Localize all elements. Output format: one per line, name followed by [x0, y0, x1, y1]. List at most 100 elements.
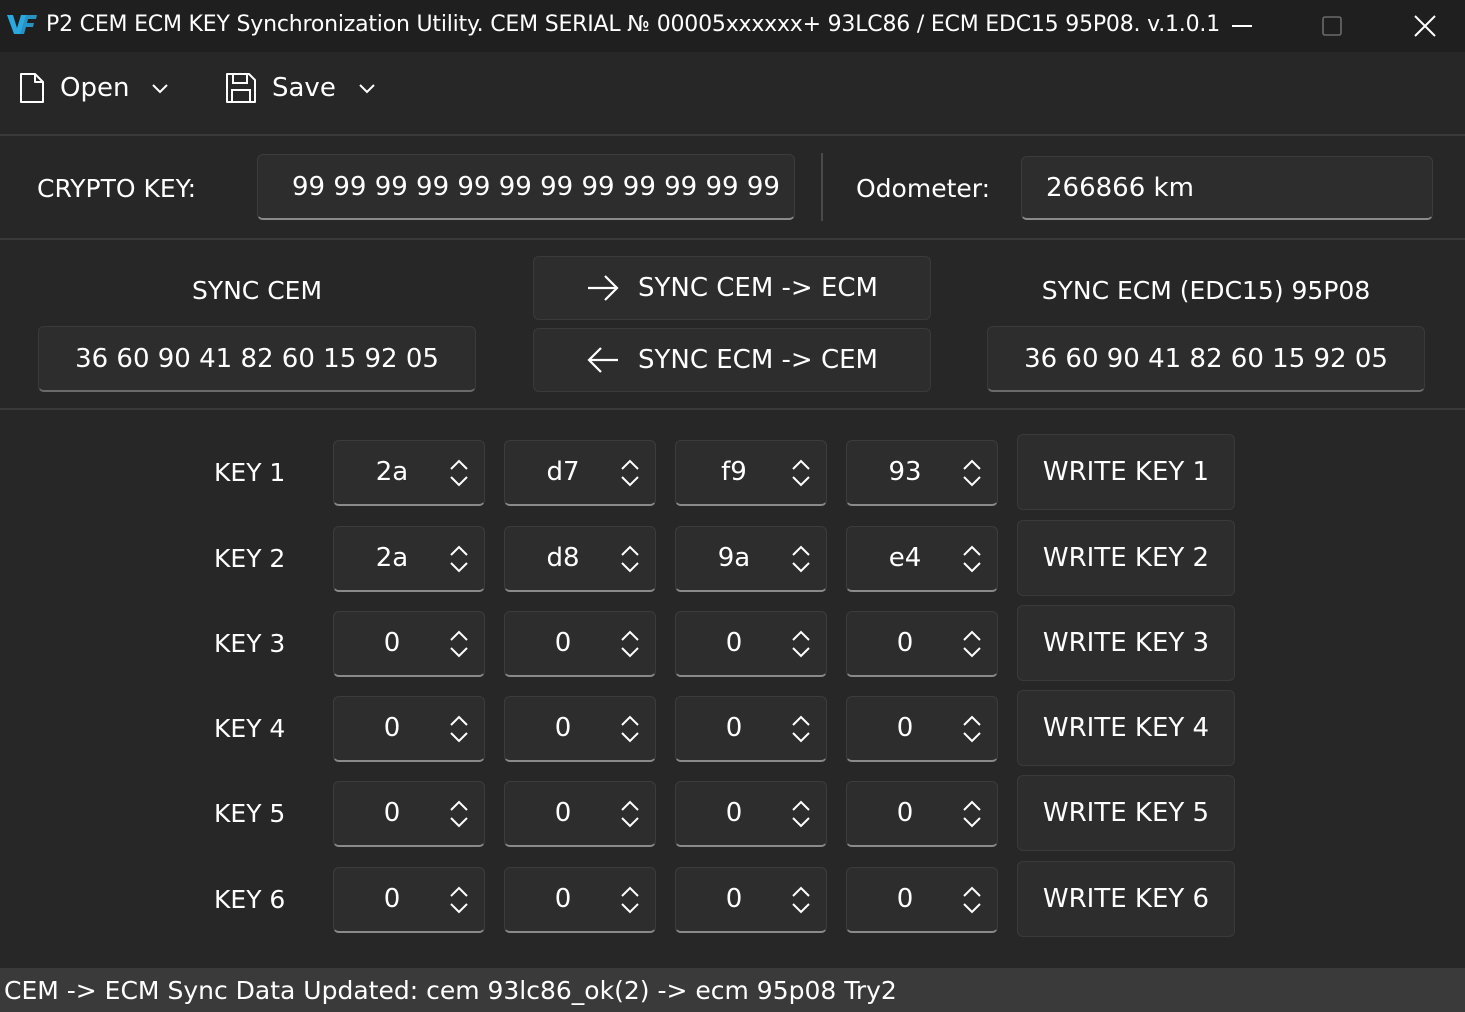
key-byte-spinbox[interactable]: 0 — [504, 867, 656, 933]
spin-arrows-icon — [792, 630, 810, 658]
key-byte-spinbox[interactable]: 0 — [675, 781, 827, 847]
maximize-icon — [1322, 16, 1342, 36]
write-key-button[interactable]: WRITE KEY 6 — [1017, 861, 1235, 937]
spin-arrows-icon — [963, 886, 981, 914]
key-byte-spinbox[interactable]: 0 — [846, 781, 998, 847]
open-button[interactable]: Open — [18, 52, 169, 124]
crypto-key-field[interactable]: 99 99 99 99 99 99 99 99 99 99 99 99 — [257, 154, 795, 220]
spin-arrows-icon — [792, 886, 810, 914]
spin-arrows-icon — [963, 545, 981, 573]
key-byte-value: f9 — [721, 457, 747, 487]
key-byte-value: e4 — [888, 543, 922, 573]
key-byte-value: 0 — [896, 884, 914, 914]
divider — [0, 408, 1465, 410]
odometer-label: Odometer: — [856, 174, 991, 203]
spin-arrows-icon — [621, 630, 639, 658]
sync-ecm-label: SYNC ECM (EDC15) 95P08 — [1041, 276, 1371, 305]
key-byte-spinbox[interactable]: 93 — [846, 440, 998, 506]
key-byte-spinbox[interactable]: 0 — [846, 696, 998, 762]
key-byte-spinbox[interactable]: d7 — [504, 440, 656, 506]
minimize-button[interactable] — [1196, 0, 1288, 52]
close-button[interactable] — [1379, 0, 1465, 52]
key-byte-value: 0 — [725, 713, 743, 743]
save-button[interactable]: Save — [224, 52, 376, 124]
spin-arrows-icon — [963, 715, 981, 743]
divider — [0, 238, 1465, 240]
key-byte-value: 0 — [383, 884, 401, 914]
spin-arrows-icon — [621, 459, 639, 487]
save-icon — [226, 73, 256, 103]
spin-arrows-icon — [792, 459, 810, 487]
write-key-button[interactable]: WRITE KEY 1 — [1017, 434, 1235, 510]
app-logo-icon — [7, 15, 37, 34]
write-key-button[interactable]: WRITE KEY 4 — [1017, 690, 1235, 766]
sync-cem-to-ecm-label: SYNC CEM -> ECM — [638, 273, 878, 303]
write-key-label: WRITE KEY 4 — [1042, 713, 1210, 743]
spin-arrows-icon — [450, 459, 468, 487]
key-byte-spinbox[interactable]: 0 — [675, 611, 827, 677]
key-byte-spinbox[interactable]: 0 — [846, 611, 998, 677]
spin-arrows-icon — [792, 800, 810, 828]
key-byte-spinbox[interactable]: 0 — [333, 611, 485, 677]
key-byte-spinbox[interactable]: 0 — [846, 867, 998, 933]
status-bar: CEM -> ECM Sync Data Updated: cem 93lc86… — [0, 968, 1465, 1012]
write-key-button[interactable]: WRITE KEY 5 — [1017, 775, 1235, 851]
key-byte-spinbox[interactable]: 0 — [504, 696, 656, 762]
key-byte-value: 0 — [383, 628, 401, 658]
key-byte-value: 0 — [554, 798, 572, 828]
spin-arrows-icon — [450, 886, 468, 914]
file-icon — [20, 73, 44, 103]
sync-ecm-to-cem-button[interactable]: SYNC ECM -> CEM — [533, 328, 931, 392]
key-byte-value: 0 — [554, 713, 572, 743]
spin-arrows-icon — [450, 630, 468, 658]
key-byte-value: 0 — [554, 884, 572, 914]
crypto-key-label: CRYPTO KEY: — [37, 174, 197, 203]
key-byte-value: 93 — [888, 457, 922, 487]
spin-arrows-icon — [621, 886, 639, 914]
key-byte-value: 9a — [717, 543, 751, 573]
maximize-button[interactable] — [1286, 0, 1378, 52]
chevron-down-icon — [359, 84, 375, 94]
spin-arrows-icon — [450, 800, 468, 828]
key-byte-value: 0 — [725, 884, 743, 914]
write-key-button[interactable]: WRITE KEY 2 — [1017, 520, 1235, 596]
write-key-button[interactable]: WRITE KEY 3 — [1017, 605, 1235, 681]
odometer-value: 266866 km — [1046, 172, 1194, 203]
odometer-field[interactable]: 266866 km — [1021, 156, 1433, 220]
minimize-icon — [1232, 25, 1252, 27]
open-label: Open — [60, 73, 130, 103]
key-byte-spinbox[interactable]: f9 — [675, 440, 827, 506]
key-byte-spinbox[interactable]: 2a — [333, 440, 485, 506]
key-byte-value: 0 — [896, 713, 914, 743]
sync-ecm-to-cem-label: SYNC ECM -> CEM — [638, 345, 878, 375]
key-byte-spinbox[interactable]: 2a — [333, 526, 485, 592]
key-byte-spinbox[interactable]: e4 — [846, 526, 998, 592]
key-byte-spinbox[interactable]: 0 — [333, 696, 485, 762]
close-icon — [1414, 15, 1436, 37]
divider — [821, 153, 823, 221]
spin-arrows-icon — [621, 715, 639, 743]
spin-arrows-icon — [963, 800, 981, 828]
sync-cem-value[interactable]: 36 60 90 41 82 60 15 92 05 — [38, 326, 476, 392]
key-byte-spinbox[interactable]: 0 — [504, 781, 656, 847]
key-byte-spinbox[interactable]: 0 — [675, 867, 827, 933]
save-label: Save — [272, 73, 336, 103]
arrow-left-icon — [587, 347, 618, 373]
chevron-down-icon — [152, 84, 169, 94]
sync-cem-to-ecm-button[interactable]: SYNC CEM -> ECM — [533, 256, 931, 320]
key-byte-value: 2a — [375, 457, 409, 487]
key-byte-spinbox[interactable]: 9a — [675, 526, 827, 592]
key-byte-spinbox[interactable]: d8 — [504, 526, 656, 592]
key-byte-spinbox[interactable]: 0 — [675, 696, 827, 762]
key-label: KEY 1 — [214, 458, 286, 487]
key-byte-spinbox[interactable]: 0 — [504, 611, 656, 677]
window-title: P2 CEM ECM KEY Synchronization Utility. … — [46, 12, 1220, 37]
sync-ecm-value[interactable]: 36 60 90 41 82 60 15 92 05 — [987, 326, 1425, 392]
key-byte-spinbox[interactable]: 0 — [333, 867, 485, 933]
key-label: KEY 4 — [214, 714, 286, 743]
spin-arrows-icon — [792, 545, 810, 573]
key-byte-value: 0 — [896, 628, 914, 658]
key-byte-value: 0 — [383, 798, 401, 828]
status-text: CEM -> ECM Sync Data Updated: cem 93lc86… — [4, 975, 897, 1005]
key-byte-spinbox[interactable]: 0 — [333, 781, 485, 847]
